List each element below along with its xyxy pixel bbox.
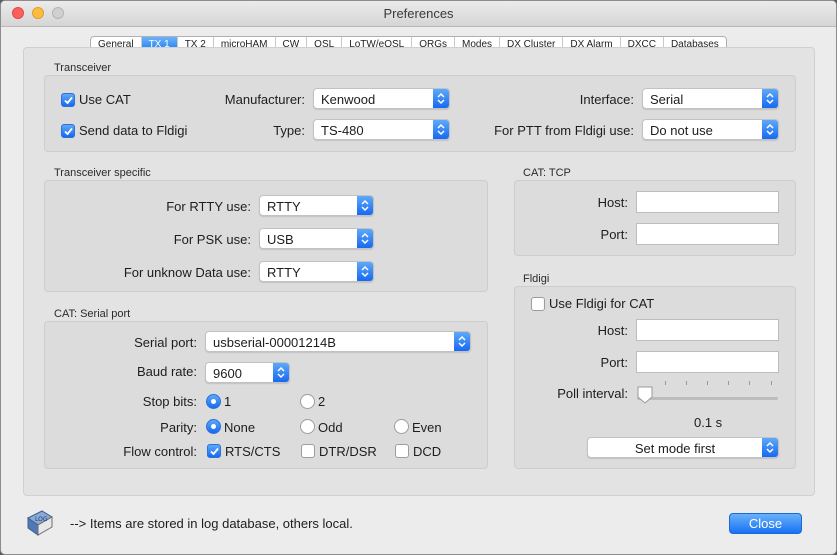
updown-arrows-icon — [762, 89, 778, 108]
updown-arrows-icon — [762, 438, 778, 457]
unknown-data-label: For unknow Data use: — [123, 265, 251, 280]
updown-arrows-icon — [762, 120, 778, 139]
interface-label: Interface: — [579, 92, 634, 107]
psk-select[interactable]: USB — [259, 228, 374, 249]
manufacturer-label: Manufacturer: — [224, 92, 305, 107]
updown-arrows-icon — [433, 89, 449, 108]
updown-arrows-icon — [357, 229, 373, 248]
slider-tick — [665, 381, 666, 385]
log-book-icon: LOG — [25, 508, 53, 538]
updown-arrows-icon — [357, 196, 373, 215]
preferences-window: Preferences General TX 1 TX 2 microHAM C… — [0, 0, 837, 555]
manufacturer-select[interactable]: Kenwood — [313, 88, 450, 109]
window-title: Preferences — [383, 6, 454, 21]
send-data-fldigi-checkbox[interactable] — [61, 124, 75, 138]
fldigi-host-label: Host: — [597, 323, 628, 338]
fldigi-group-label: Fldigi — [523, 273, 550, 285]
use-cat-checkbox[interactable] — [61, 93, 75, 107]
ptt-value: Do not use — [650, 123, 713, 138]
updown-arrows-icon — [454, 332, 470, 351]
set-mode-value: Set mode first — [634, 441, 716, 456]
serial-port-label: Serial port: — [134, 335, 197, 350]
stop-bits-label: Stop bits: — [142, 394, 197, 409]
use-fldigi-cat-label: Use Fldigi for CAT — [549, 296, 655, 311]
parity-none-radio[interactable] — [206, 419, 221, 434]
baud-rate-select[interactable]: 9600 — [205, 362, 290, 383]
rts-cts-label: RTS/CTS — [225, 444, 281, 459]
tcp-host-field[interactable] — [636, 191, 779, 213]
poll-interval-value: 0.1 s — [694, 415, 723, 430]
updown-arrows-icon — [273, 363, 289, 382]
slider-tick — [749, 381, 750, 385]
parity-even-label: Even — [412, 420, 442, 435]
close-button[interactable]: Close — [729, 513, 802, 534]
stop-bits-1-radio[interactable] — [206, 394, 221, 409]
fldigi-port-field[interactable] — [636, 351, 779, 373]
use-cat-label: Use CAT — [79, 92, 131, 107]
tcp-group-label: CAT: TCP — [523, 167, 571, 179]
psk-label: For PSK use: — [173, 232, 251, 247]
tcp-host-label: Host: — [597, 195, 628, 210]
fldigi-host-field[interactable] — [636, 319, 779, 341]
interface-select[interactable]: Serial — [642, 88, 779, 109]
tcp-port-field[interactable] — [636, 223, 779, 245]
updown-arrows-icon — [357, 262, 373, 281]
slider-tick — [707, 381, 708, 385]
psk-value: USB — [267, 232, 294, 247]
unknown-data-value: RTTY — [267, 265, 301, 280]
dcd-label: DCD — [413, 444, 442, 459]
title-bar: Preferences — [1, 1, 836, 27]
tcp-port-label: Port: — [600, 227, 628, 242]
dtr-dsr-label: DTR/DSR — [319, 444, 377, 459]
flow-control-label: Flow control: — [123, 444, 197, 459]
parity-none-label: None — [224, 420, 256, 435]
ptt-select[interactable]: Do not use — [642, 119, 779, 140]
slider-tick — [771, 381, 772, 385]
parity-even-radio[interactable] — [394, 419, 409, 434]
baud-rate-label: Baud rate: — [137, 364, 197, 379]
svg-text:LOG: LOG — [35, 516, 48, 523]
rts-cts-checkbox[interactable] — [207, 444, 221, 458]
fldigi-port-label: Port: — [600, 355, 628, 370]
unknown-data-select[interactable]: RTTY — [259, 261, 374, 282]
stop-bits-2-label: 2 — [318, 394, 326, 409]
slider-tick — [686, 381, 687, 385]
manufacturer-value: Kenwood — [321, 92, 376, 107]
send-data-fldigi-label: Send data to Fldigi — [79, 123, 188, 138]
rtty-value: RTTY — [267, 199, 301, 214]
footer-note: --> Items are stored in log database, ot… — [70, 516, 353, 531]
baud-rate-value: 9600 — [213, 366, 242, 381]
slider-tick — [728, 381, 729, 385]
dcd-checkbox[interactable] — [395, 444, 409, 458]
rtty-select[interactable]: RTTY — [259, 195, 374, 216]
serial-port-group-label: CAT: Serial port — [54, 308, 131, 320]
ptt-label: For PTT from Fldigi use: — [494, 123, 634, 138]
interface-value: Serial — [650, 92, 684, 107]
serial-port-select[interactable]: usbserial-00001214B — [205, 331, 471, 352]
serial-port-value: usbserial-00001214B — [213, 335, 336, 350]
poll-interval-label: Poll interval: — [557, 386, 628, 401]
stop-bits-1-label: 1 — [224, 394, 232, 409]
poll-slider-knob[interactable] — [637, 386, 653, 404]
set-mode-select[interactable]: Set mode first — [587, 437, 779, 458]
type-select[interactable]: TS-480 — [313, 119, 450, 140]
poll-slider-track — [637, 397, 778, 400]
parity-odd-radio[interactable] — [300, 419, 315, 434]
updown-arrows-icon — [433, 120, 449, 139]
stop-bits-2-radio[interactable] — [300, 394, 315, 409]
type-label: Type: — [273, 123, 305, 138]
parity-odd-label: Odd — [318, 420, 343, 435]
transceiver-group-label: Transceiver — [54, 62, 112, 74]
use-fldigi-cat-checkbox[interactable] — [531, 297, 545, 311]
type-value: TS-480 — [321, 123, 364, 138]
transceiver-specific-label: Transceiver specific — [54, 167, 151, 179]
dtr-dsr-checkbox[interactable] — [301, 444, 315, 458]
parity-label: Parity: — [160, 420, 197, 435]
transceiver-group — [44, 75, 796, 152]
rtty-label: For RTTY use: — [166, 199, 251, 214]
